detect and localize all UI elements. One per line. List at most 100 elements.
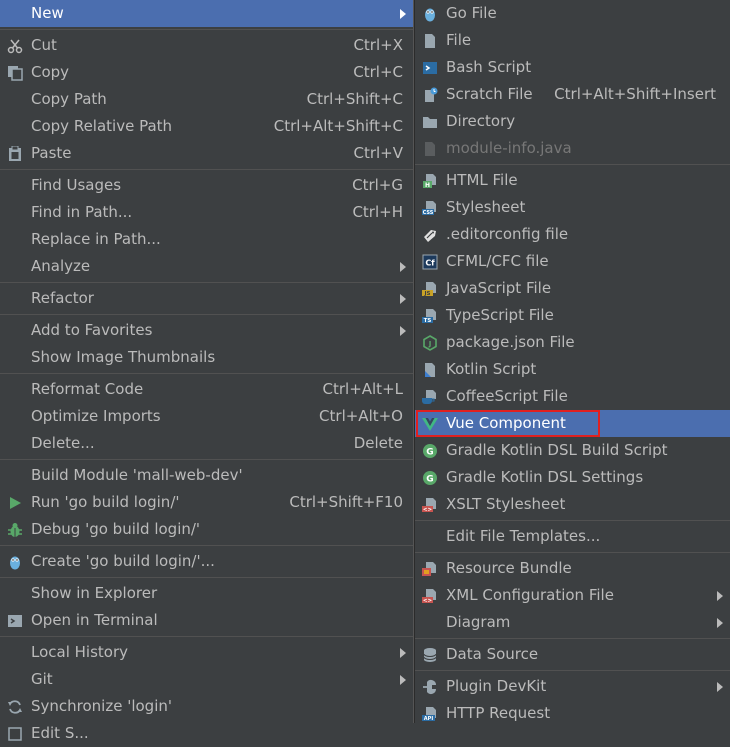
submenu-item-xslt[interactable]: <> XSLT Stylesheet [415,491,730,518]
menu-item-cut[interactable]: Cut Ctrl+X [0,32,413,59]
xml-file-icon: <> [421,496,438,513]
menu-item-add-to-favorites[interactable]: Add to Favorites [0,317,413,344]
menu-item-analyze[interactable]: Analyze [0,253,413,280]
menu-item-paste[interactable]: Paste Ctrl+V [0,140,413,167]
submenu-item-javascript-file[interactable]: JS JavaScript File [415,275,730,302]
menu-item-debug[interactable]: Debug 'go build login/' [0,516,413,543]
submenu-item-stylesheet[interactable]: CSS Stylesheet [415,194,730,221]
submenu-item-editorconfig[interactable]: .editorconfig file [415,221,730,248]
submenu-item-file[interactable]: File [415,27,730,54]
menu-item-shortcut: Ctrl+V [353,144,403,162]
gradle-badge: G [426,474,433,484]
menu-separator [415,520,730,521]
menu-item-edit-scopes[interactable]: Edit S... [0,720,413,747]
submenu-item-data-source[interactable]: Data Source [415,641,730,668]
menu-item-copy-path[interactable]: Copy Path Ctrl+Shift+C [0,86,413,113]
java-file-icon [421,140,438,157]
html-file-icon: H [421,172,438,189]
menu-item-label: Analyze [31,257,91,275]
menu-item-label: XML Configuration File [446,586,614,604]
menu-item-label: Resource Bundle [446,559,572,577]
submenu-item-diagram[interactable]: Diagram [415,609,730,636]
sync-icon [6,698,23,715]
terminal-icon [421,59,438,76]
submenu-item-html-file[interactable]: H HTML File [415,167,730,194]
menu-item-optimize-imports[interactable]: Optimize Imports Ctrl+Alt+O [0,403,413,430]
menu-item-shortcut: Ctrl+Alt+Shift+Insert [554,85,716,103]
submenu-item-plugin-devkit[interactable]: Plugin DevKit [415,673,730,700]
submenu-item-resource-bundle[interactable]: Resource Bundle [415,555,730,582]
submenu-item-gradle-kotlin-settings[interactable]: G Gradle Kotlin DSL Settings [415,464,730,491]
menu-separator [415,638,730,639]
menu-item-label: JavaScript File [446,279,552,297]
submenu-item-bash-script[interactable]: Bash Script [415,54,730,81]
coffeescript-file-icon [421,388,438,405]
svg-text:<>: <> [422,598,432,604]
menu-item-copy-relative-path[interactable]: Copy Relative Path Ctrl+Alt+Shift+C [0,113,413,140]
copy-icon [6,64,23,81]
ts-badge: TS [423,318,431,324]
menu-item-refactor[interactable]: Refactor [0,285,413,312]
submenu-arrow-icon [400,648,406,658]
submenu-item-module-info[interactable]: module-info.java [415,135,730,162]
submenu-item-kotlin-script[interactable]: Kotlin Script [415,356,730,383]
menu-item-build-module[interactable]: Build Module 'mall-web-dev' [0,462,413,489]
menu-item-find-usages[interactable]: Find Usages Ctrl+G [0,172,413,199]
submenu-item-xml-configuration[interactable]: <> XML Configuration File [415,582,730,609]
submenu-item-package-json[interactable]: J package.json File [415,329,730,356]
html-badge: H [424,182,429,189]
submenu-item-edit-file-templates[interactable]: Edit File Templates... [415,523,730,550]
cfml-file-icon: Cf [421,253,438,270]
submenu-item-directory[interactable]: Directory [415,108,730,135]
menu-item-label: Create 'go build login/'... [31,552,215,570]
menu-item-open-in-terminal[interactable]: Open in Terminal [0,607,413,634]
submenu-item-gradle-kotlin-build[interactable]: G Gradle Kotlin DSL Build Script [415,437,730,464]
menu-item-create-config[interactable]: Create 'go build login/'... [0,548,413,575]
api-file-icon: API [421,705,438,722]
submenu-item-go-file[interactable]: Go File [415,0,730,27]
submenu-item-coffeescript[interactable]: CoffeeScript File [415,383,730,410]
menu-separator [0,29,413,30]
gradle-icon: G [421,469,438,486]
menu-item-label: Paste [31,144,72,162]
menu-item-replace-in-path[interactable]: Replace in Path... [0,226,413,253]
menu-item-label: Find in Path... [31,203,133,221]
menu-item-shortcut: Ctrl+Shift+C [306,90,403,108]
menu-item-new[interactable]: New [0,0,413,27]
menu-item-local-history[interactable]: Local History [0,639,413,666]
menu-item-show-in-explorer[interactable]: Show in Explorer [0,580,413,607]
cfml-badge: Cf [425,258,435,267]
menu-item-reformat-code[interactable]: Reformat Code Ctrl+Alt+L [0,376,413,403]
submenu-item-scratch-file[interactable]: Scratch File Ctrl+Alt+Shift+Insert [415,81,730,108]
menu-item-synchronize[interactable]: Synchronize 'login' [0,693,413,720]
css-badge: CSS [422,210,433,216]
menu-item-delete[interactable]: Delete... Delete [0,430,413,457]
menu-item-label: Directory [446,112,516,130]
menu-item-label: Cut [31,36,57,54]
menu-item-label: XSLT Stylesheet [446,495,566,513]
submenu-item-cfml[interactable]: Cf CFML/CFC file [415,248,730,275]
scratch-file-icon [421,86,438,103]
menu-item-show-image-thumbnails[interactable]: Show Image Thumbnails [0,344,413,371]
submenu-item-vue-component[interactable]: Vue Component [415,410,730,437]
submenu-arrow-icon [400,9,406,19]
menu-item-label: Open in Terminal [31,611,158,629]
menu-item-label: Data Source [446,645,539,663]
submenu-arrow-icon [400,294,406,304]
menu-item-shortcut: Ctrl+Shift+F10 [289,493,403,511]
terminal-icon [6,612,23,629]
menu-item-copy[interactable]: Copy Ctrl+C [0,59,413,86]
menu-item-label: Replace in Path... [31,230,161,248]
submenu-arrow-icon [400,262,406,272]
menu-item-label: Debug 'go build login/' [31,520,201,538]
menu-item-label: Find Usages [31,176,122,194]
menu-item-label: Bash Script [446,58,532,76]
menu-item-label: Optimize Imports [31,407,161,425]
menu-item-run[interactable]: Run 'go build login/' Ctrl+Shift+F10 [0,489,413,516]
project-context-menu: New Cut Ctrl+X Copy Ctrl+C Copy Path Ctr… [0,0,414,742]
submenu-item-typescript-file[interactable]: TS TypeScript File [415,302,730,329]
menu-item-find-in-path[interactable]: Find in Path... Ctrl+H [0,199,413,226]
menu-item-label: Refactor [31,289,94,307]
clipboard-icon [6,145,23,162]
menu-item-git[interactable]: Git [0,666,413,693]
